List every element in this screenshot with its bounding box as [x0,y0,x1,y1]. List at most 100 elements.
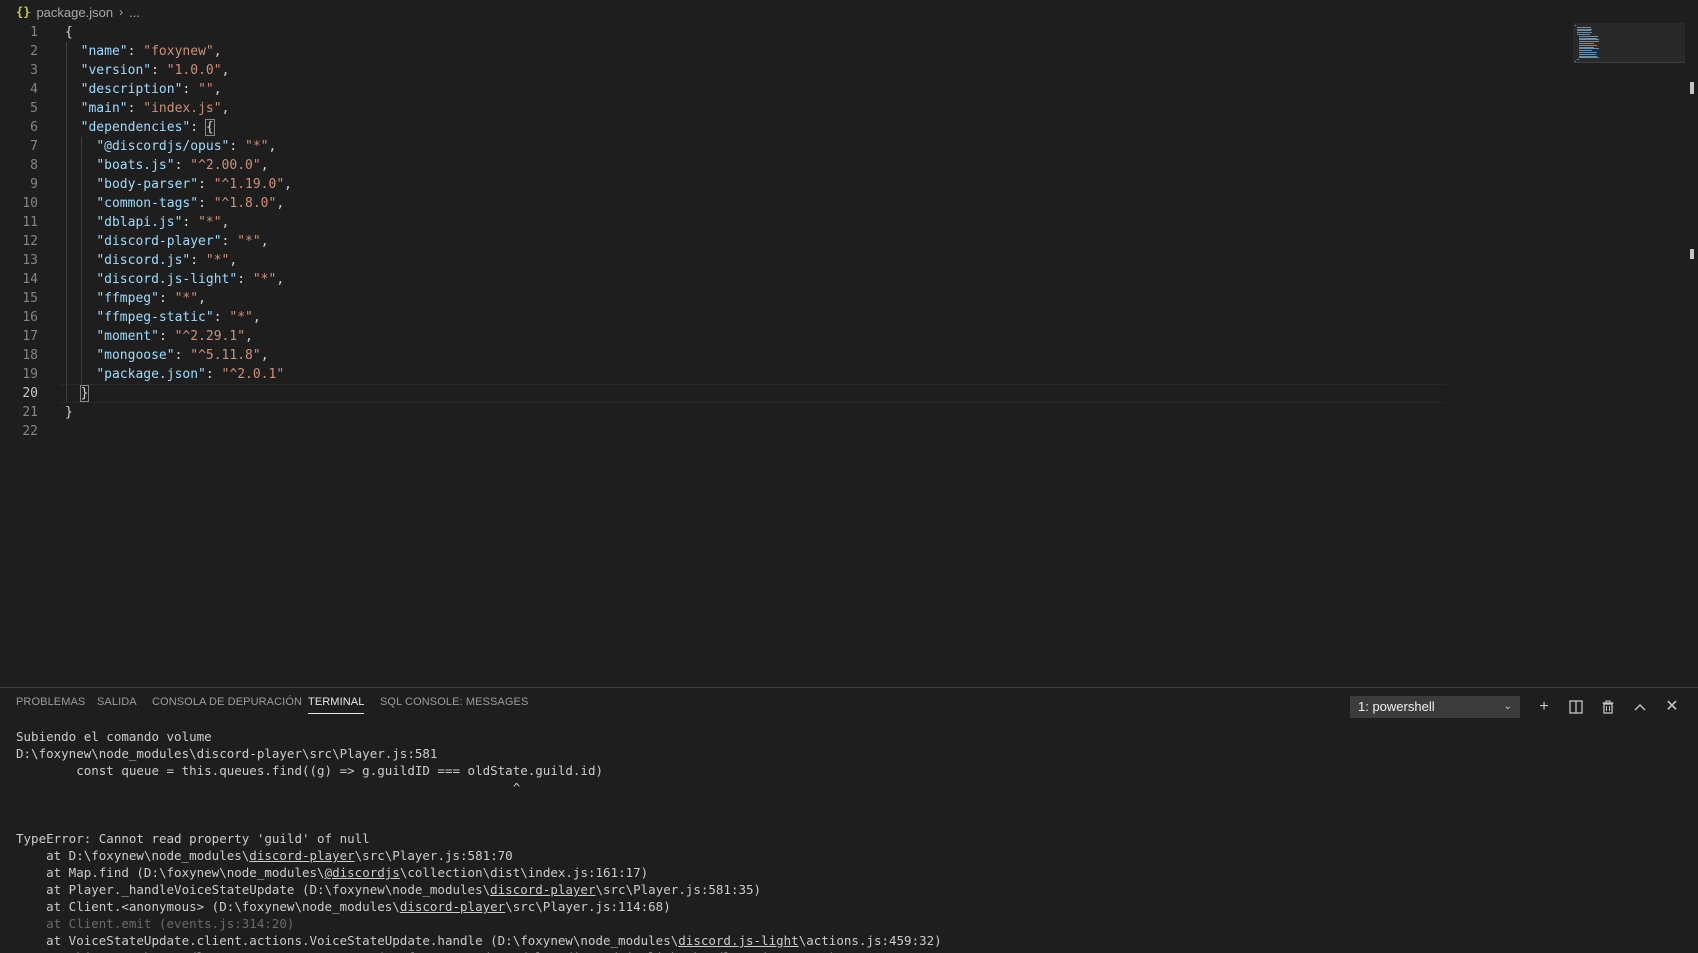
json-string: "*" [252,272,277,287]
terminal-link[interactable]: discord.js-light [678,933,798,948]
code-line[interactable]: 10 "common-tags": "^1.8.0", [0,194,1580,213]
code-line[interactable]: 7 "@discordjs/opus": "*", [0,137,1580,156]
json-string: "*" [174,291,199,306]
code-line[interactable]: 21} [0,403,1580,422]
terminal-text: at D:\foxynew\node_modules\ [16,848,250,863]
chevron-down-icon: ⌄ [1503,701,1512,712]
terminal-text: Subiendo el comando volume [16,729,212,744]
terminal-link[interactable]: @discordjs [325,865,400,880]
code-line[interactable]: 3 "version": "1.0.0", [0,61,1580,80]
split-terminal-icon[interactable] [1565,696,1587,718]
line-number: 16 [22,310,38,325]
json-key: "package.json" [96,367,206,382]
code-editor[interactable]: 1{2 "name": "foxynew", 3 "version": "1.0.… [0,23,1698,687]
terminal-line: D:\foxynew\node_modules\discord-player\s… [16,745,1676,762]
line-number: 5 [30,101,38,116]
line-number: 19 [22,367,38,382]
json-punctuation: , [245,329,253,344]
breadcrumb-file[interactable]: package.json [36,5,113,20]
json-key: "dblapi.js" [96,215,183,230]
code-line[interactable]: 15 "ffmpeg": "*", [0,289,1580,308]
json-punctuation: : [198,177,214,192]
json-string: "*" [245,139,269,154]
code-line[interactable]: 2 "name": "foxynew", [0,42,1580,61]
code-line[interactable]: 8 "boats.js": "^2.00.0", [0,156,1580,175]
terminal-link[interactable]: discord-player [400,899,505,914]
line-number: 14 [22,272,38,287]
json-string: "^2.00.0" [190,158,261,173]
json-punctuation: { [65,25,73,40]
json-file-icon: {} [16,5,31,19]
tab-debug-console[interactable]: CONSOLA DE DEPURACIÓN [152,696,302,708]
json-punctuation: : [205,367,222,382]
terminal-line: at VoiceStateUpdate.client.actions.Voice… [16,932,1676,949]
code-line[interactable]: 11 "dblapi.js": "*", [0,213,1580,232]
line-number: 10 [22,196,38,211]
code-line[interactable]: 17 "moment": "^2.29.1", [0,327,1580,346]
new-terminal-icon[interactable]: + [1533,696,1555,718]
terminal-link[interactable]: discord-player [249,848,354,863]
json-punctuation: , [221,63,230,78]
line-number: 20 [22,386,38,401]
json-key: "boats.js" [96,158,175,173]
chevron-up-icon[interactable] [1629,696,1651,718]
tab-terminal[interactable]: TERMINAL [308,696,365,714]
line-number: 7 [30,139,38,154]
trash-icon[interactable] [1597,696,1619,718]
json-punctuation: , [252,310,261,325]
close-icon[interactable]: ✕ [1661,696,1683,718]
code-line[interactable]: 13 "discord.js": "*", [0,251,1580,270]
json-punctuation: : [221,234,238,249]
breadcrumb-more[interactable]: ... [129,5,140,20]
terminal-text: at Client.emit (events.js:314:20) [16,916,295,931]
terminal-line: ^ [16,779,1676,796]
line-number: 1 [30,25,38,40]
json-string: "index.js" [143,101,222,116]
tab-output[interactable]: SALIDA [97,696,137,708]
code-text: "mongoose": "^5.11.8", [65,346,269,365]
code-line[interactable]: 20 } [0,384,1580,403]
terminal-text: at Player._handleVoiceStateUpdate (D:\fo… [16,882,491,897]
json-key: "discord.js" [96,253,191,268]
terminal-text: \src\Player.js:581:70 [354,848,513,863]
code-line[interactable]: 5 "main": "index.js", [0,99,1580,118]
json-punctuation: , [221,215,230,230]
json-string: "" [198,82,214,97]
current-line-highlight [60,384,1445,403]
json-punctuation: , [260,234,269,249]
code-line[interactable]: 18 "mongoose": "^5.11.8", [0,346,1580,365]
json-key: "dependencies" [80,120,191,135]
json-punctuation: : [174,158,191,173]
terminal-line: at Map.find (D:\foxynew\node_modules\@di… [16,864,1676,881]
tab-sql-console[interactable]: SQL CONSOLE: MESSAGES [380,696,528,708]
code-line[interactable]: 6 "dependencies": { [0,118,1580,137]
code-line[interactable]: 1{ [0,23,1580,42]
terminal-text: \src\Player.js:114:68) [505,899,671,914]
terminal-select[interactable]: 1: powershell ⌄ [1350,696,1520,718]
json-string: "^1.8.0" [213,196,277,211]
code-line[interactable]: 22 [0,422,1580,441]
line-number: 18 [22,348,38,363]
json-punctuation: , [260,348,269,363]
code-line[interactable]: 16 "ffmpeg-static": "*", [0,308,1580,327]
minimap[interactable] [1573,23,1685,63]
terminal-select-value: 1: powershell [1358,699,1435,714]
terminal-line: at Client.<anonymous> (D:\foxynew\node_m… [16,898,1676,915]
terminal-text: at Map.find (D:\foxynew\node_modules\ [16,865,325,880]
terminal-output[interactable]: Subiendo el comando volume D:\foxynew\nod… [16,728,1676,953]
json-string: "1.0.0" [166,63,222,78]
terminal-link[interactable]: discord-player [490,882,595,897]
tab-problems[interactable]: PROBLEMAS [16,696,85,708]
json-string: "*" [198,215,222,230]
json-punctuation: : [190,253,206,268]
terminal-line: at D:\foxynew\node_modules\discord-playe… [16,847,1676,864]
code-text: } [65,403,73,422]
code-line[interactable]: 14 "discord.js-light": "*", [0,270,1580,289]
code-line[interactable]: 12 "discord-player": "*", [0,232,1580,251]
line-number: 17 [22,329,38,344]
code-line[interactable]: 19 "package.json": "^2.0.1" [0,365,1580,384]
code-text: "discord.js-light": "*", [65,270,284,289]
code-line[interactable]: 4 "description": "", [0,80,1580,99]
code-line[interactable]: 9 "body-parser": "^1.19.0", [0,175,1580,194]
code-text: "boats.js": "^2.00.0", [65,156,268,175]
